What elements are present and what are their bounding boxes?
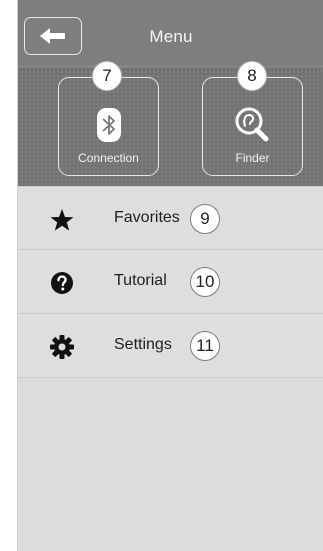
settings-label: Settings (114, 336, 172, 353)
finder-badge: 8 (237, 61, 267, 91)
connection-tile[interactable]: Connection (58, 77, 159, 176)
finder-label: Finder (235, 151, 270, 165)
menu-item-settings[interactable]: Settings 11 (18, 314, 323, 378)
menu-item-tutorial[interactable]: Tutorial 10 (18, 250, 323, 314)
settings-badge: 11 (190, 331, 220, 361)
gear-icon (50, 335, 74, 359)
tutorial-label: Tutorial (114, 272, 167, 289)
page-title: Menu (149, 27, 193, 46)
finder-search-icon (235, 107, 268, 142)
star-icon (50, 209, 74, 231)
connection-label: Connection (78, 151, 139, 165)
menu-list: Favorites 9 Tutorial 10 Settings 11 (18, 186, 323, 378)
menu-item-favorites[interactable]: Favorites 9 (18, 186, 323, 250)
tutorial-badge: 10 (190, 267, 220, 297)
favorites-label: Favorites (114, 209, 180, 226)
header-area: Menu Connection 7 Finder 8 (18, 0, 323, 186)
favorites-badge: 9 (190, 204, 220, 234)
app-screen: Menu Connection 7 Finder 8 Favorites 9 T… (17, 0, 323, 551)
connection-badge: 7 (92, 61, 122, 91)
top-bar: Menu (18, 0, 323, 67)
finder-tile[interactable]: Finder (202, 77, 303, 176)
help-icon (51, 272, 73, 294)
bluetooth-icon (96, 108, 121, 142)
